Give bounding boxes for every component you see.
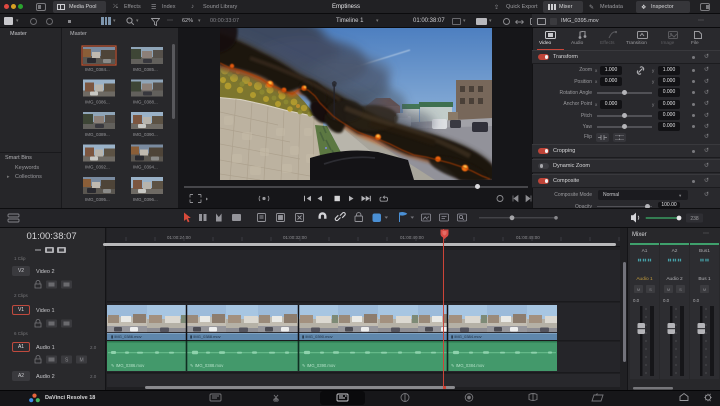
svg-text:Bus 1: Bus 1 [698, 276, 711, 282]
svg-text:S: S [649, 287, 652, 292]
svg-text:M: M [637, 287, 640, 292]
svg-text:IMG_0389...: IMG_0389... [85, 132, 110, 137]
svg-text:IMG_0396...: IMG_0396... [133, 197, 158, 202]
svg-text:0.0: 0.0 [633, 298, 640, 303]
svg-text:▮ IMG_0388.mov: ▮ IMG_0388.mov [190, 334, 221, 339]
svg-text:▮ IMG_0390.mov: ▮ IMG_0390.mov [302, 334, 333, 339]
svg-text:A1: A1 [642, 248, 648, 254]
svg-text:✎ IMG_0390.mov: ✎ IMG_0390.mov [302, 363, 336, 368]
svg-text:▮▮ ▮▮ ▮▮: ▮▮ ▮▮ ▮▮ [668, 258, 682, 262]
svg-text:IMG_0392...: IMG_0392... [85, 165, 110, 170]
svg-text:▮▮ ▮▮ ▮▮: ▮▮ ▮▮ ▮▮ [638, 258, 652, 262]
svg-text:M: M [703, 287, 706, 292]
svg-text:✎ IMG_0388.mov: ✎ IMG_0388.mov [190, 363, 224, 368]
svg-text:0.0: 0.0 [663, 298, 670, 303]
svg-text:IMG_0395...: IMG_0395... [85, 197, 110, 202]
svg-text:▮▮ ▮▮: ▮▮ ▮▮ [700, 258, 709, 262]
svg-text:Audio 2: Audio 2 [666, 276, 683, 282]
svg-text:✎ IMG_0386.mov: ✎ IMG_0386.mov [111, 363, 145, 368]
svg-text:A2: A2 [672, 248, 678, 254]
svg-text:▮ IMG_0386.mov: ▮ IMG_0386.mov [111, 334, 142, 339]
svg-text:M: M [667, 287, 670, 292]
svg-text:IMG_0390...: IMG_0390... [133, 132, 158, 137]
svg-text:M: M [80, 358, 84, 364]
svg-text:0.0: 0.0 [693, 298, 700, 303]
svg-text:IMG_0385...: IMG_0385... [133, 67, 158, 72]
svg-text:Bus1: Bus1 [699, 248, 710, 254]
svg-text:IMG_0394...: IMG_0394... [133, 165, 158, 170]
svg-text:IMG_0386...: IMG_0386... [85, 100, 110, 105]
svg-text:✎ IMG_0384.mov: ✎ IMG_0384.mov [451, 363, 485, 368]
svg-text:S: S [679, 287, 682, 292]
svg-text:238: 238 [690, 216, 699, 222]
svg-text:Audio 1: Audio 1 [636, 276, 653, 282]
svg-text:▮ IMG_0384.mov: ▮ IMG_0384.mov [451, 334, 482, 339]
svg-text:IMG_0384...: IMG_0384... [85, 67, 110, 72]
svg-text:IMG_0388...: IMG_0388... [133, 100, 158, 105]
